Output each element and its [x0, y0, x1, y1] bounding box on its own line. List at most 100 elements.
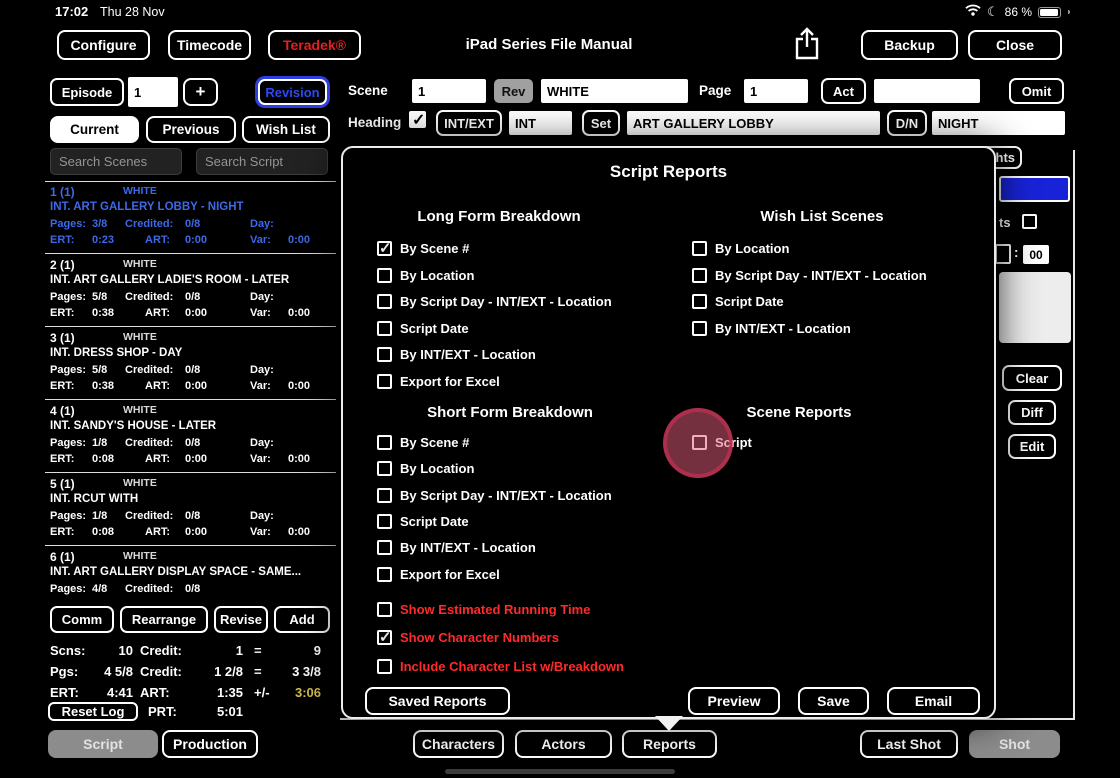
heading-checkbox[interactable]	[409, 111, 426, 128]
var-value: 0:00	[288, 453, 310, 465]
checkbox-icon[interactable]	[692, 268, 707, 283]
reset-log-button[interactable]: Reset Log	[48, 702, 138, 721]
checkbox-icon[interactable]	[692, 294, 707, 309]
edit-button[interactable]: Edit	[1008, 434, 1056, 459]
checkbox-icon[interactable]	[377, 488, 392, 503]
option-label: By INT/EXT - Location	[400, 540, 536, 555]
teradek-button[interactable]: Teradek®	[268, 30, 361, 60]
preview-button[interactable]: Preview	[688, 687, 780, 715]
search-scenes-input[interactable]	[50, 148, 182, 175]
page-label: Page	[699, 83, 731, 98]
act-button[interactable]: Act	[821, 78, 866, 104]
page-number-input[interactable]: 1	[744, 79, 808, 103]
option-label: By Script Day - INT/EXT - Location	[400, 488, 612, 503]
timecode-button[interactable]: Timecode	[168, 30, 251, 60]
checkbox-icon[interactable]	[377, 435, 392, 450]
wish-list-heading: Wish List Scenes	[760, 208, 883, 225]
rearrange-button[interactable]: Rearrange	[120, 606, 208, 633]
panel-divider	[1073, 150, 1075, 718]
act-input[interactable]	[874, 79, 980, 103]
close-button[interactable]: Close	[968, 30, 1062, 60]
scene-list-item-1[interactable]: 1 (1)WHITE INT. ART GALLERY LOBBY - NIGH…	[45, 182, 336, 254]
revision-color: WHITE	[123, 477, 157, 489]
plus-minus-sign: +/-	[254, 685, 270, 700]
episode-button[interactable]: Episode	[50, 78, 124, 106]
day-night-button[interactable]: D/N	[887, 110, 927, 136]
credited-label: Credited:	[125, 364, 173, 376]
revision-color-input[interactable]: WHITE	[541, 79, 688, 103]
add-scene-button[interactable]: Add	[274, 606, 330, 633]
scene-list-item-3[interactable]: 3 (1)WHITE INT. DRESS SHOP - DAY Pages:5…	[45, 328, 336, 400]
save-button[interactable]: Save	[798, 687, 869, 715]
comm-button[interactable]: Comm	[50, 606, 114, 633]
configure-button[interactable]: Configure	[57, 30, 150, 60]
ert-value: 0:08	[92, 526, 114, 538]
tab-previous[interactable]: Previous	[146, 116, 236, 143]
ts-checkbox[interactable]	[1022, 214, 1037, 229]
search-script-input[interactable]	[196, 148, 328, 175]
int-ext-button[interactable]: INT/EXT	[436, 110, 502, 136]
checkbox-icon[interactable]	[377, 321, 392, 336]
episode-number-input[interactable]: 1	[128, 77, 178, 107]
checkbox-icon[interactable]	[377, 602, 392, 617]
highlighted-field[interactable]	[999, 176, 1070, 202]
tab-current[interactable]: Current	[50, 116, 139, 143]
day-night-input[interactable]: NIGHT	[932, 111, 1065, 135]
set-input[interactable]: ART GALLERY LOBBY	[627, 111, 880, 135]
long-form-heading: Long Form Breakdown	[417, 208, 580, 225]
home-indicator[interactable]	[445, 769, 675, 774]
revise-button[interactable]: Revise	[214, 606, 268, 633]
credited-value: 0/8	[185, 583, 200, 595]
backup-button[interactable]: Backup	[861, 30, 958, 60]
scene-list-item-2[interactable]: 2 (1)WHITE INT. ART GALLERY LADIE'S ROOM…	[45, 255, 336, 327]
checkbox-icon[interactable]	[377, 514, 392, 529]
actors-tab-button[interactable]: Actors	[515, 730, 612, 758]
tab-wish-list[interactable]: Wish List	[242, 116, 330, 143]
production-tab-button[interactable]: Production	[162, 730, 258, 758]
wifi-icon	[965, 3, 981, 21]
clear-button[interactable]: Clear	[1002, 365, 1062, 391]
checkbox-icon[interactable]	[377, 567, 392, 582]
diff-button[interactable]: Diff	[1008, 400, 1056, 425]
scene-list-item-6[interactable]: 6 (1)WHITE INT. ART GALLERY DISPLAY SPAC…	[45, 547, 336, 603]
checkbox-icon[interactable]	[692, 241, 707, 256]
ert-value: 0:23	[92, 234, 114, 246]
email-button[interactable]: Email	[887, 687, 980, 715]
revision-button[interactable]: Revision	[258, 79, 327, 105]
pages-value: 4/8	[92, 583, 107, 595]
var-label: Var:	[250, 307, 271, 319]
script-tab-button[interactable]: Script	[48, 730, 158, 758]
checkbox-icon[interactable]	[377, 374, 392, 389]
var-label: Var:	[250, 453, 271, 465]
saved-reports-button[interactable]: Saved Reports	[365, 687, 510, 715]
checkbox-icon[interactable]	[377, 630, 392, 645]
scene-list-item-5[interactable]: 5 (1)WHITE INT. RCUT WITH Pages:1/8Credi…	[45, 474, 336, 546]
last-shot-button[interactable]: Last Shot	[860, 730, 958, 758]
day-label: Day:	[250, 510, 274, 522]
scene-list-item-4[interactable]: 4 (1)WHITE INT. SANDY'S HOUSE - LATER Pa…	[45, 401, 336, 473]
omit-button[interactable]: Omit	[1009, 78, 1064, 104]
checkbox-icon[interactable]	[377, 268, 392, 283]
characters-tab-button[interactable]: Characters	[413, 730, 504, 758]
checkbox-icon[interactable]	[377, 540, 392, 555]
checkbox-icon[interactable]	[377, 461, 392, 476]
reports-tab-button[interactable]: Reports	[622, 730, 717, 758]
int-ext-input[interactable]: INT	[509, 111, 572, 135]
checkbox-icon[interactable]	[377, 294, 392, 309]
notes-panel[interactable]	[999, 272, 1071, 343]
art-value: 0:00	[185, 380, 207, 392]
share-icon[interactable]	[793, 27, 821, 66]
scene-number-input[interactable]: 1	[412, 79, 486, 103]
rev-button[interactable]: Rev	[494, 79, 533, 103]
minutes-field[interactable]: 00	[1023, 245, 1049, 264]
checkbox-icon[interactable]	[692, 321, 707, 336]
checkbox-icon[interactable]	[377, 241, 392, 256]
pgs-remaining-value: 3 3/8	[276, 664, 321, 679]
add-episode-button[interactable]: +	[183, 78, 218, 106]
option-label: By Script Day - INT/EXT - Location	[400, 294, 612, 309]
set-button[interactable]: Set	[582, 110, 620, 136]
shot-button[interactable]: Shot	[969, 730, 1060, 758]
checkbox-icon[interactable]	[377, 347, 392, 362]
checkbox-icon[interactable]	[377, 659, 392, 674]
time-field-fragment[interactable]	[995, 244, 1011, 264]
